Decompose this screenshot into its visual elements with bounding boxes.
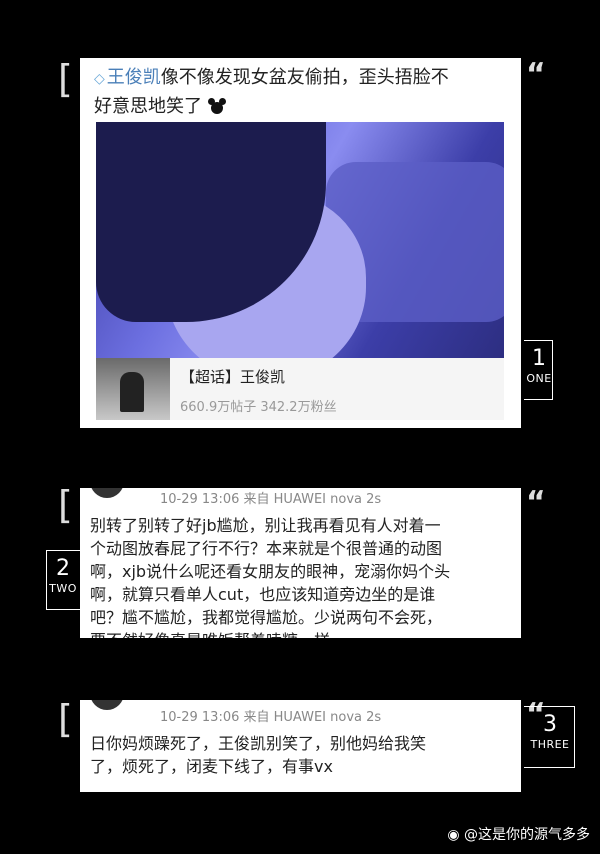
author-mention[interactable]: 王俊凯 — [107, 67, 161, 88]
badge-frame — [46, 550, 81, 610]
post-text: ◇ 王俊凯像不像发现女盆友偷拍，歪头捂脸不 好意思地笑了 — [94, 64, 510, 121]
watermark-text: @这是你的源气多多 — [464, 827, 590, 843]
comment-line: 了，烦死了，闭麦下线了，有事vx — [90, 757, 333, 776]
super-topic-card[interactable]: 【超话】王俊凯 660.9万帖子 342.2万粉丝 — [96, 358, 504, 420]
comment-card: 10-29 13:06 来自 HUAWEI nova 2s 别转了别转了好jb尴… — [80, 488, 521, 638]
post-text-line2: 好意思地笑了 — [94, 96, 202, 117]
post-card: ◇王俊凯像不像发现女盆友偷拍，歪头捂脸不 好意思地笑了 动图 【超话】王俊凯 6… — [80, 58, 521, 428]
comment-line: 要不然好像真是唯饭帮着嗑糖一样 — [90, 629, 518, 638]
topic-stats: 660.9万帖子 342.2万粉丝 — [180, 400, 337, 415]
mickey-emoji-icon — [207, 98, 226, 114]
badge-frame — [524, 340, 553, 400]
comment-meta: 10-29 13:06 来自 HUAWEI nova 2s — [160, 492, 382, 507]
comment-line: 别转了别转了好jb尴尬，别让我再看见有人对着一 — [90, 516, 441, 535]
close-quote-1: “ — [526, 57, 546, 92]
comment-line: 个动图放春屁了行不行？本来就是个很普通的动图 — [90, 539, 443, 558]
avatar[interactable] — [90, 700, 124, 710]
comment-line: 啊，xjb说什么呢还看女朋友的眼神，宠溺你妈个头 — [90, 562, 451, 581]
comment-text: 日你妈烦躁死了，王俊凯别笑了，别他妈给我笑 了，烦死了，闭麦下线了，有事vx — [90, 732, 518, 778]
topic-thumbnail — [96, 358, 170, 420]
close-quote-2: “ — [526, 485, 546, 520]
comment-meta: 10-29 13:06 来自 HUAWEI nova 2s — [160, 710, 382, 725]
post-text-line1: 像不像发现女盆友偷拍，歪头捂脸不 — [160, 67, 449, 88]
badge-frame — [524, 706, 575, 768]
comment-text: 别转了别转了好jb尴尬，别让我再看见有人对着一 个动图放春屁了行不行？本来就是个… — [90, 514, 518, 638]
comment-line: 吧？尴不尴尬，我都觉得尴尬。少说两句不会死， — [90, 608, 443, 627]
topic-title: 【超话】王俊凯 — [180, 368, 286, 386]
badge-two: 2 TWO — [46, 550, 81, 610]
badge-one: 1 ONE — [524, 340, 554, 400]
open-bracket-3: [ — [58, 697, 73, 741]
weibo-watermark: ◉ @这是你的源气多多 — [447, 824, 590, 844]
comment-line: 啊，就算只看单人cut，也应该知道旁边坐的是谁 — [90, 585, 436, 604]
open-bracket-2: [ — [58, 483, 73, 527]
open-bracket-1: [ — [58, 57, 73, 101]
comment-line: 日你妈烦躁死了，王俊凯别笑了，别他妈给我笑 — [90, 734, 427, 753]
weibo-logo-icon: ◉ — [447, 827, 460, 843]
comment-card: 10-29 13:06 来自 HUAWEI nova 2s 日你妈烦躁死了，王俊… — [80, 700, 521, 792]
super-topic-icon: ◇ — [94, 71, 105, 87]
badge-three: 3 THREE — [524, 706, 576, 768]
avatar[interactable] — [90, 488, 124, 498]
